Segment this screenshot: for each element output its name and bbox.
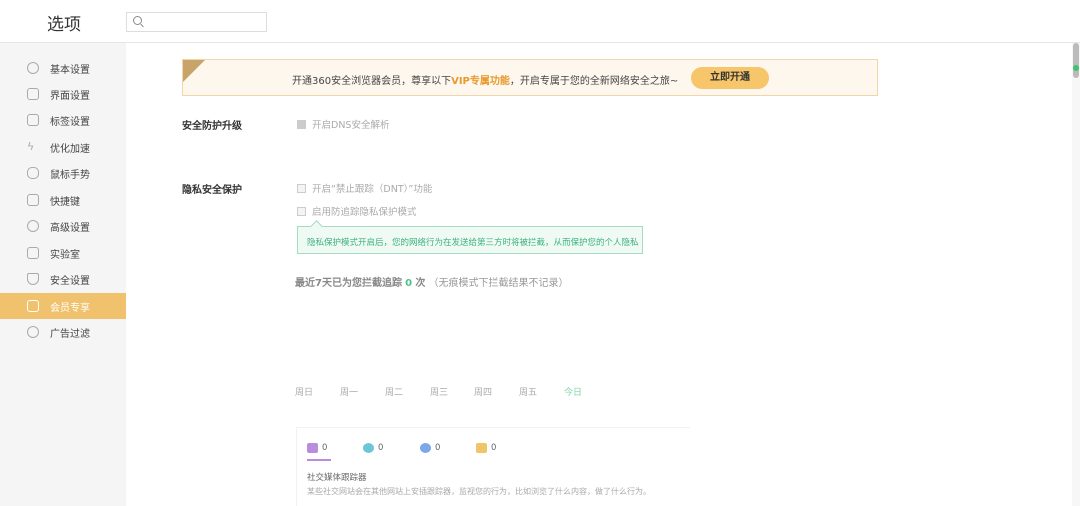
dnt-checkbox[interactable]: 开启“禁止跟踪（DNT）”功能 [297,181,432,195]
tracker-icon [420,443,431,453]
sidebar-item-vip[interactable]: 会员专享 [0,293,126,319]
keyboard-icon [27,194,39,206]
active-tab-underline [307,459,331,461]
window-icon [27,88,39,100]
tracker-tab-social[interactable]: 0 [307,443,327,453]
sidebar-item-shortcuts[interactable]: 快捷键 [0,187,126,213]
open-vip-button[interactable]: 立即开通 [691,67,769,89]
sidebar-item-security[interactable]: 安全设置 [0,266,126,292]
scrollbar[interactable] [1072,43,1080,506]
page-title: 选项 [47,10,81,35]
tracker-tab-4[interactable]: 0 [476,443,496,453]
vip-corner-icon [183,60,205,82]
banner-text: 开通360安全浏览器会员，尊享以下VIP专属功能，开启专属于您的全新网络安全之旅… [292,72,678,87]
anti-tracking-checkbox[interactable]: 启用防追踪隐私保护模式 [297,204,417,218]
sidebar-item-label: 广告过滤 [50,325,90,340]
sidebar-item-interface[interactable]: 界面设置 [0,81,126,107]
privacy-label: 隐私安全保护 [182,181,242,196]
privacy-tooltip: 隐私保护模式开启后，您的网络行为在发送给第三方时将被拦截，从而保护您的个人隐私 [297,226,643,254]
vip-banner: 开通360安全浏览器会员，尊享以下VIP专属功能，开启专属于您的全新网络安全之旅… [182,59,878,96]
sidebar-item-label: 鼠标手势 [50,166,90,181]
tracker-title: 社交媒体跟踪器 [307,471,367,483]
wrench-icon [27,220,39,232]
tracker-description: 某些社交网站会在其他网站上安插跟踪器，监视您的行为，比如浏览了什么内容，做了什么… [307,486,651,497]
sidebar-item-tabs[interactable]: 标签设置 [0,107,126,133]
mouse-icon [27,167,39,179]
crown-icon [27,300,39,312]
sidebar-item-label: 高级设置 [50,219,90,234]
sidebar-item-label: 快捷键 [50,193,80,208]
tracker-icon [363,443,374,453]
sidebar-item-label: 安全设置 [50,272,90,287]
search-input[interactable] [126,12,267,32]
gear-icon [27,62,39,74]
dns-checkbox[interactable]: 开启DNS安全解析 [297,117,389,131]
sidebar-item-advanced[interactable]: 高级设置 [0,213,126,239]
social-tracker-icon [307,443,318,453]
sidebar: 基本设置 界面设置 标签设置 ϟ优化加速 鼠标手势 快捷键 高级设置 实验室 安… [0,43,126,506]
day-label: 周一 [340,385,358,398]
day-label-today: 今日 [564,385,582,398]
flask-icon [27,247,39,259]
security-upgrade-label: 安全防护升级 [182,117,242,132]
tracker-tab-2[interactable]: 0 [363,443,383,453]
sidebar-item-speed[interactable]: ϟ优化加速 [0,134,126,160]
day-label: 周五 [519,385,537,398]
sidebar-item-label: 界面设置 [50,87,90,102]
sidebar-item-label: 实验室 [50,246,80,261]
sidebar-item-basic[interactable]: 基本设置 [0,55,126,81]
sidebar-item-adblock[interactable]: 广告过滤 [0,319,126,345]
day-label: 周日 [295,385,313,398]
day-label: 周三 [430,385,448,398]
scrollbar-thumb[interactable] [1073,43,1079,78]
header: 选项 [0,0,1080,43]
sidebar-item-label: 优化加速 [50,140,90,155]
sidebar-item-label: 基本设置 [50,61,90,76]
status-dot-icon [1073,65,1079,71]
tab-icon [27,114,39,126]
checkbox[interactable] [297,184,306,193]
tracker-tab-3[interactable]: 0 [420,443,440,453]
tracker-card: 0 0 0 0 社交媒体跟踪器 某些社交网站会在其他网站上安插跟踪器，监视您的行… [296,427,690,506]
shield-icon [27,273,39,285]
checkbox[interactable] [297,207,306,216]
block-icon [27,326,39,338]
sidebar-item-label: 会员专享 [50,299,90,314]
search-icon [133,16,142,25]
sidebar-item-gestures[interactable]: 鼠标手势 [0,160,126,186]
tracking-stats: 最近7天已为您拦截追踪 0 次 （无痕模式下拦截结果不记录） [295,274,569,289]
day-label: 周二 [385,385,403,398]
tracker-icon [476,443,487,453]
checkbox[interactable] [297,120,306,129]
sidebar-item-lab[interactable]: 实验室 [0,240,126,266]
day-label: 周四 [474,385,492,398]
sidebar-item-label: 标签设置 [50,113,90,128]
